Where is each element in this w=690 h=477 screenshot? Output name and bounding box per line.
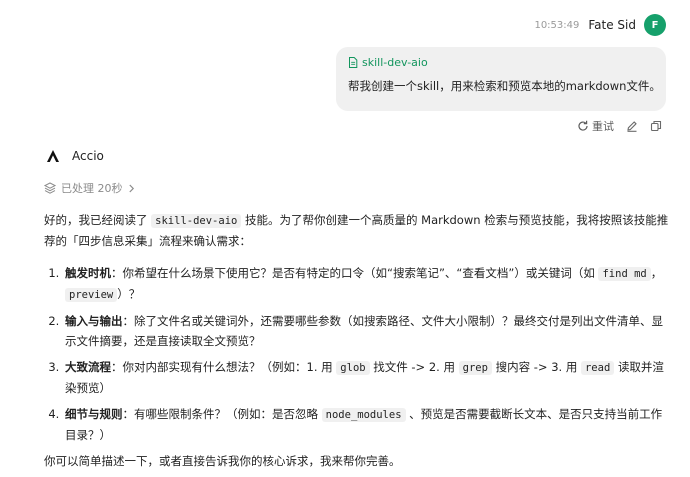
document-icon	[349, 57, 358, 68]
edit-button[interactable]	[626, 120, 638, 132]
retry-button[interactable]: 重试	[577, 118, 614, 134]
copy-button[interactable]	[650, 120, 662, 132]
user-message-bubble: skill-dev-aio 帮我创建一个skill，用来检索和预览本地的mark…	[336, 47, 666, 111]
user-avatar[interactable]: F	[644, 14, 666, 36]
copy-icon	[650, 120, 662, 132]
processed-label: 已处理 20秒	[61, 182, 123, 195]
message-timestamp: 10:53:49	[534, 19, 580, 31]
skill-tag[interactable]: skill-dev-aio	[348, 56, 654, 69]
retry-label: 重试	[592, 120, 614, 133]
user-message-header: 10:53:49 Fate Sid F	[534, 14, 666, 36]
inline-code: read	[580, 361, 615, 375]
requirements-list: 触发时机：你希望在什么场景下使用它？是否有特定的口令（如“搜索笔记”、“查看文档…	[44, 263, 670, 445]
pencil-icon	[627, 121, 637, 132]
response-intro: 好的，我已经阅读了 skill-dev-aio 技能。为了帮你创建一个高质量的 …	[44, 213, 669, 248]
skill-tag-label: skill-dev-aio	[362, 56, 428, 69]
inline-code: glob	[336, 361, 370, 375]
inline-code: grep	[458, 361, 492, 375]
list-item: 触发时机：你希望在什么场景下使用它？是否有特定的口令（如“搜索笔记”、“查看文档…	[63, 263, 670, 305]
inline-code: find md	[598, 267, 651, 281]
list-item: 大致流程：你对内部实现有什么想法？（例如：1. 用 glob 找文件 -> 2.…	[63, 357, 670, 398]
agent-header: Accio	[46, 149, 104, 163]
message-actions: 重试	[577, 118, 662, 134]
accio-logo-icon	[47, 150, 59, 162]
list-item: 输入与输出：除了文件名或关键词外，还需要哪些参数（如搜索路径、文件大小限制）？最…	[63, 311, 670, 351]
chevron-right-icon	[128, 184, 134, 192]
response-closing: 你可以简单描述一下，或者直接告诉我你的核心诉求，我来帮你完善。	[44, 454, 401, 468]
refresh-icon	[578, 120, 588, 131]
user-message-text: 帮我创建一个skill，用来检索和预览本地的markdown文件。	[348, 79, 661, 93]
inline-code: skill-dev-aio	[151, 214, 242, 228]
agent-response: 好的，我已经阅读了 skill-dev-aio 技能。为了帮你创建一个高质量的 …	[44, 210, 670, 471]
inline-code: preview	[65, 288, 118, 302]
inline-code: node_modules	[321, 408, 406, 422]
user-name: Fate Sid	[588, 18, 636, 32]
agent-name: Accio	[72, 149, 104, 163]
list-item: 细节与规则：有哪些限制条件？（例如：是否忽略 node_modules 、预览是…	[63, 404, 670, 445]
processing-summary-toggle[interactable]: 已处理 20秒	[44, 180, 140, 196]
layers-icon	[44, 182, 56, 194]
